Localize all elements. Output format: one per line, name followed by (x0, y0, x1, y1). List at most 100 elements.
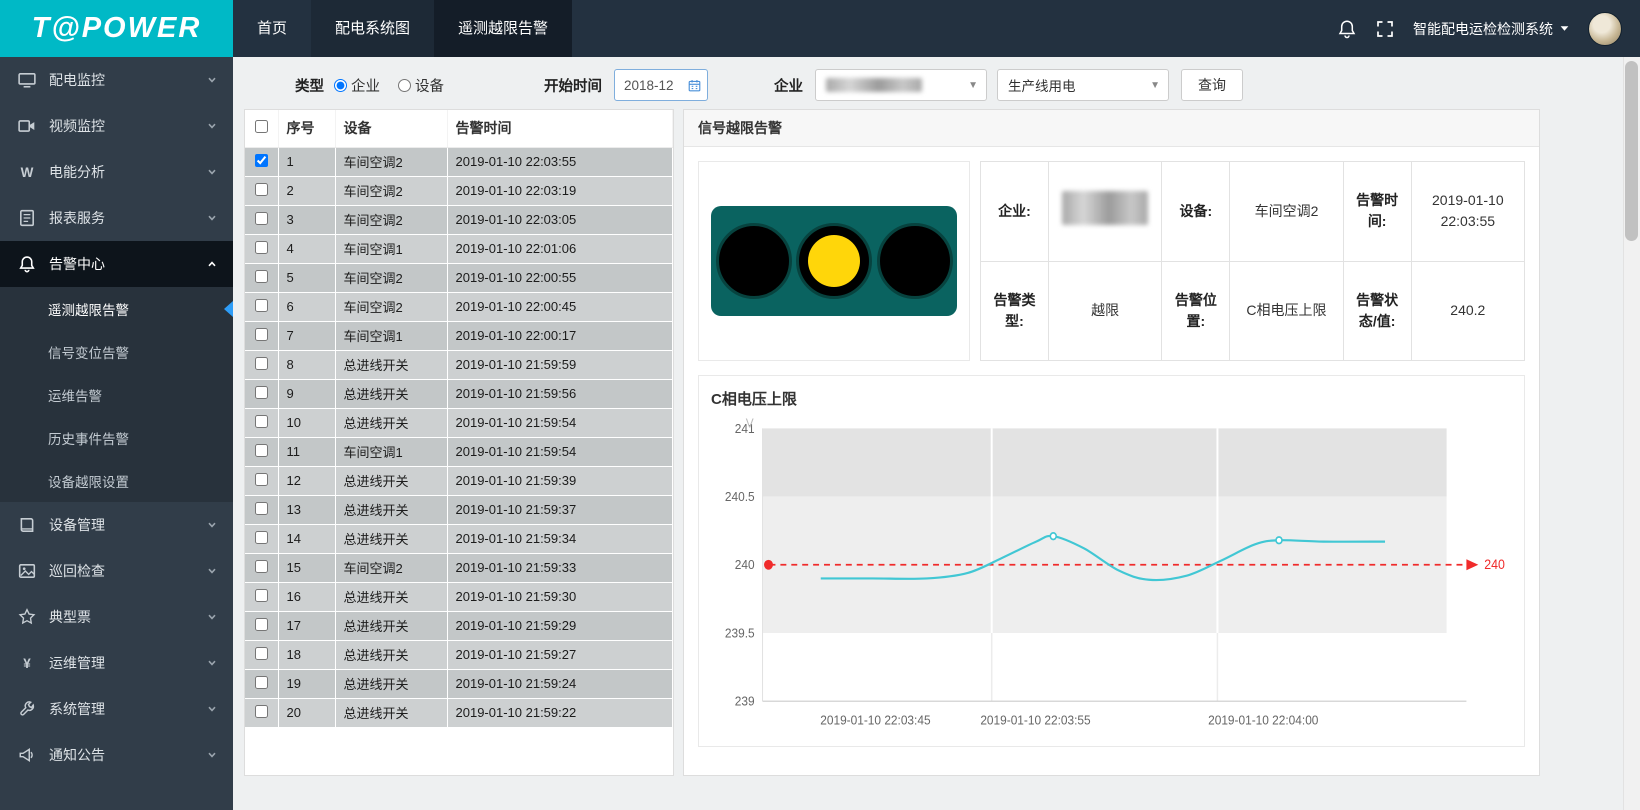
alarm-table: 序号 设备 告警时间 1车间空调22019-01-10 22:03:552车间空… (245, 110, 673, 728)
row-checkbox[interactable] (255, 473, 268, 486)
scrollbar-thumb[interactable] (1625, 61, 1638, 241)
sidebar-subitem[interactable]: 历史事件告警 (0, 416, 233, 459)
type-radio-enterprise-label[interactable]: 企业 (351, 75, 380, 96)
sidebar-subitem[interactable]: 信号变位告警 (0, 330, 233, 373)
row-time: 2019-01-10 21:59:33 (447, 553, 673, 582)
col-header-device: 设备 (335, 110, 447, 147)
row-checkbox[interactable] (255, 502, 268, 515)
sidebar-item[interactable]: W电能分析 (0, 149, 233, 195)
table-row[interactable]: 7车间空调12019-01-10 22:00:17 (245, 321, 673, 350)
row-checkbox[interactable] (255, 183, 268, 196)
chevron-down-icon (207, 520, 217, 530)
row-checkbox[interactable] (255, 647, 268, 660)
row-checkbox[interactable] (255, 415, 268, 428)
table-row[interactable]: 13总进线开关2019-01-10 21:59:37 (245, 495, 673, 524)
select-all-checkbox[interactable] (255, 120, 268, 133)
notification-bell-icon[interactable] (1337, 19, 1357, 39)
sidebar-item[interactable]: 设备管理 (0, 502, 233, 548)
query-button[interactable]: 查询 (1181, 69, 1243, 101)
row-checkbox[interactable] (255, 241, 268, 254)
row-checkbox[interactable] (255, 270, 268, 283)
table-row[interactable]: 4车间空调12019-01-10 22:01:06 (245, 234, 673, 263)
topnav-item[interactable]: 首页 (233, 0, 311, 57)
table-row[interactable]: 5车间空调22019-01-10 22:00:55 (245, 263, 673, 292)
row-checkbox[interactable] (255, 386, 268, 399)
row-device: 总进线开关 (335, 582, 447, 611)
sidebar-item[interactable]: 典型票 (0, 594, 233, 640)
system-title-menu[interactable]: 智能配电运检检测系统 (1413, 19, 1570, 39)
row-checkbox[interactable] (255, 444, 268, 457)
row-checkbox[interactable] (255, 531, 268, 544)
table-row[interactable]: 15车间空调22019-01-10 21:59:33 (245, 553, 673, 582)
info-value: 2019-01-10 22:03:55 (1411, 162, 1524, 262)
table-row[interactable]: 14总进线开关2019-01-10 21:59:34 (245, 524, 673, 553)
topnav-item[interactable]: 配电系统图 (311, 0, 434, 57)
type-radio-group: 企业 设备 (334, 75, 458, 96)
chevron-down-icon (207, 612, 217, 622)
sidebar-subitem[interactable]: 运维告警 (0, 373, 233, 416)
enterprise-label: 企业 (774, 75, 803, 96)
chevron-down-icon (207, 566, 217, 576)
table-row[interactable]: 8总进线开关2019-01-10 21:59:59 (245, 350, 673, 379)
sidebar-subitem[interactable]: 设备越限设置 (0, 459, 233, 502)
enterprise-select[interactable]: ▼ (815, 69, 987, 101)
table-row[interactable]: 11车间空调12019-01-10 21:59:54 (245, 437, 673, 466)
info-value: C相电压上限 (1230, 261, 1343, 361)
table-row[interactable]: 12总进线开关2019-01-10 21:59:39 (245, 466, 673, 495)
row-checkbox[interactable] (255, 154, 268, 167)
row-checkbox[interactable] (255, 676, 268, 689)
table-row[interactable]: 18总进线开关2019-01-10 21:59:27 (245, 640, 673, 669)
sidebar-subitem[interactable]: 遥测越限告警 (0, 287, 233, 330)
info-label: 告警位置: (1162, 261, 1230, 361)
table-row[interactable]: 16总进线开关2019-01-10 21:59:30 (245, 582, 673, 611)
svg-text:V: V (746, 416, 755, 431)
calendar-icon[interactable] (688, 78, 701, 93)
row-checkbox[interactable] (255, 560, 268, 573)
sidebar: 配电监控视频监控W电能分析报表服务告警中心遥测越限告警信号变位告警运维告警历史事… (0, 57, 233, 810)
table-row[interactable]: 9总进线开关2019-01-10 21:59:56 (245, 379, 673, 408)
sidebar-item[interactable]: 通知公告 (0, 732, 233, 778)
row-checkbox[interactable] (255, 357, 268, 370)
sidebar-item[interactable]: 告警中心 (0, 241, 233, 287)
line-select[interactable]: 生产线用电 ▼ (997, 69, 1169, 101)
sidebar-item-label: 典型票 (49, 607, 91, 627)
sidebar-item[interactable]: 巡回检查 (0, 548, 233, 594)
row-checkbox[interactable] (255, 618, 268, 631)
table-row[interactable]: 20总进线开关2019-01-10 21:59:22 (245, 698, 673, 727)
row-checkbox[interactable] (255, 212, 268, 225)
fullscreen-icon[interactable] (1375, 19, 1395, 39)
topnav-item[interactable]: 遥测越限告警 (434, 0, 572, 57)
table-row[interactable]: 19总进线开关2019-01-10 21:59:24 (245, 669, 673, 698)
svg-text:2019-01-10 22:03:45: 2019-01-10 22:03:45 (820, 713, 930, 728)
sidebar-item[interactable]: 报表服务 (0, 195, 233, 241)
row-checkbox[interactable] (255, 705, 268, 718)
user-avatar[interactable] (1588, 12, 1622, 46)
table-row[interactable]: 1车间空调22019-01-10 22:03:55 (245, 147, 673, 176)
traffic-lamp-middle (796, 223, 872, 299)
table-row[interactable]: 6车间空调22019-01-10 22:00:45 (245, 292, 673, 321)
caret-down-icon (1559, 23, 1570, 34)
table-row[interactable]: 17总进线开关2019-01-10 21:59:29 (245, 611, 673, 640)
table-row[interactable]: 3车间空调22019-01-10 22:03:05 (245, 205, 673, 234)
row-no: 9 (278, 379, 335, 408)
row-time: 2019-01-10 21:59:24 (447, 669, 673, 698)
start-time-input-wrap (614, 69, 708, 101)
start-time-input[interactable] (624, 78, 682, 93)
table-row[interactable]: 2车间空调22019-01-10 22:03:19 (245, 176, 673, 205)
row-time: 2019-01-10 21:59:27 (447, 640, 673, 669)
type-radio-device[interactable] (398, 79, 411, 92)
sidebar-item[interactable]: 系统管理 (0, 686, 233, 732)
sidebar-item[interactable]: 视频监控 (0, 103, 233, 149)
row-checkbox[interactable] (255, 328, 268, 341)
sidebar-item-label: 通知公告 (49, 745, 105, 765)
chevron-down-icon (207, 121, 217, 131)
row-no: 6 (278, 292, 335, 321)
row-checkbox[interactable] (255, 589, 268, 602)
type-radio-enterprise[interactable] (334, 79, 347, 92)
sidebar-item[interactable]: 配电监控 (0, 57, 233, 103)
svg-text:240: 240 (735, 558, 755, 573)
type-radio-device-label[interactable]: 设备 (415, 75, 444, 96)
table-row[interactable]: 10总进线开关2019-01-10 21:59:54 (245, 408, 673, 437)
row-checkbox[interactable] (255, 299, 268, 312)
sidebar-item[interactable]: ¥运维管理 (0, 640, 233, 686)
